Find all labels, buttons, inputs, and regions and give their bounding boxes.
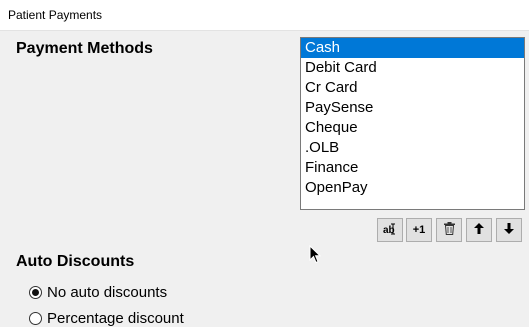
edit-button[interactable]: ab — [377, 218, 403, 242]
delete-button[interactable] — [436, 218, 462, 242]
radio-label: Percentage discount — [47, 310, 184, 327]
payment-method-item[interactable]: Cr Card — [301, 78, 524, 98]
arrow-up-icon — [474, 223, 484, 237]
payment-methods-heading: Payment Methods — [16, 40, 153, 57]
payment-method-item[interactable]: OpenPay — [301, 178, 524, 198]
arrow-down-icon — [504, 223, 514, 237]
radio-button[interactable] — [29, 286, 42, 299]
add-label: +1 — [412, 224, 426, 236]
move-up-button[interactable] — [466, 218, 492, 242]
auto-discounts-heading: Auto Discounts — [16, 253, 135, 270]
payment-method-item[interactable]: Debit Card — [301, 58, 524, 78]
radio-percentage-discount[interactable]: Percentage discount — [29, 310, 184, 327]
payment-method-item[interactable]: .OLB — [301, 138, 524, 158]
trash-icon — [443, 222, 455, 238]
radio-label: No auto discounts — [47, 284, 168, 301]
mouse-cursor-icon — [309, 244, 322, 269]
payment-method-item[interactable]: Cash — [301, 38, 524, 58]
edit-icon: ab — [383, 223, 397, 238]
payment-method-item[interactable]: PaySense — [301, 98, 524, 118]
move-down-button[interactable] — [496, 218, 522, 242]
payment-method-item[interactable]: Cheque — [301, 118, 524, 138]
payment-method-item[interactable]: Finance — [301, 158, 524, 178]
radio-no-auto-discounts[interactable]: No auto discounts — [29, 284, 167, 301]
radio-button[interactable] — [29, 312, 42, 325]
add-button[interactable]: +1 — [406, 218, 432, 242]
window-title: Patient Payments — [8, 8, 103, 22]
title-bar: Patient Payments — [0, 0, 529, 31]
payment-methods-list[interactable]: Cash Debit Card Cr Card PaySense Cheque … — [300, 37, 525, 210]
